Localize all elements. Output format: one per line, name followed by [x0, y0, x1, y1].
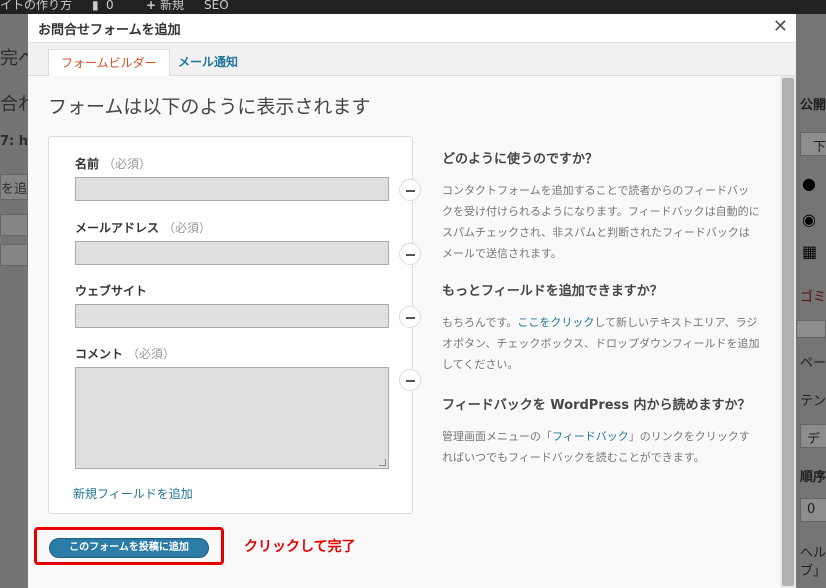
remove-field-name-icon[interactable] [399, 179, 421, 201]
admin-bar-seo[interactable]: SEO [204, 0, 229, 12]
tab-form-builder[interactable]: フォームビルダー [48, 49, 170, 77]
bg-template: テン [800, 394, 826, 409]
plus-icon[interactable]: + [146, 0, 156, 12]
close-icon[interactable]: ✕ [773, 16, 788, 37]
field-label-comment: コメント （必須） [75, 345, 175, 362]
bg-toolbar [0, 214, 28, 236]
bg-template-select: デ [800, 424, 826, 448]
help-text: 管理画面メニューの「 [442, 430, 552, 443]
bg-help-2: ブ」 [800, 564, 826, 579]
bg-order-input: 0 [800, 498, 826, 522]
required-mark: （必須） [127, 347, 176, 361]
page-title: フォームは以下のように表示されます [48, 96, 371, 118]
scrollbar[interactable] [780, 76, 796, 588]
field-label-text: 名前 [75, 157, 100, 171]
bg-select-value: 下 [813, 140, 826, 155]
admin-bar-new[interactable]: 新規 [160, 0, 184, 12]
comment-textarea[interactable] [75, 367, 389, 469]
bg-title-2: 合れ [0, 94, 28, 115]
help-question-more-fields: もっとフィールドを追加できますか？ [442, 284, 663, 299]
field-label-text: ウェブサイト [75, 284, 148, 298]
contact-form-modal: お問合せフォームを追加 ✕ フォームビルダー メール通知 フォームは以下のように… [28, 14, 796, 588]
click-here-link[interactable]: ここをクリック [517, 316, 594, 329]
bg-toolbar-2 [0, 244, 28, 266]
background-editor: 完ペ 合れ 7: htt を追 [0, 14, 28, 588]
form-preview: 名前 （必須） メールアドレス （必須） ウェブサイト コメント （必須） 新規… [48, 136, 421, 514]
bg-publish: 公開 [800, 98, 826, 113]
bg-page: ペー [800, 356, 826, 371]
help-answer-how: コンタクトフォームを追加することで読者からのフィードバックを受け付けられるように… [442, 184, 760, 260]
click-to-finish-annotation: クリックして完了 [244, 539, 356, 555]
modal-content: フォームは以下のように表示されます 名前 （必須） メールアドレス （必須） ウェブ… [28, 76, 780, 588]
bg-add-media-label: を追 [1, 182, 28, 197]
required-mark: （必須） [163, 221, 212, 235]
name-input[interactable] [75, 177, 389, 201]
email-input[interactable] [75, 241, 389, 265]
help-text: もちろんです。 [442, 316, 518, 329]
scrollbar-thumb[interactable] [782, 78, 794, 586]
field-label-text: メールアドレス [75, 221, 160, 235]
website-input[interactable] [75, 304, 389, 328]
modal-title: お問合せフォームを追加 [38, 23, 181, 38]
required-mark: （必須） [103, 157, 152, 171]
background-sidebar: 公開 下 ● ◉ ▦ ゴミ ペー テン デ 順序 0 ヘル ブ」 [796, 14, 826, 588]
bg-help: ヘル [800, 546, 826, 561]
remove-field-comment-icon[interactable] [399, 369, 421, 391]
eye-icon: ◉ [802, 210, 816, 229]
field-label-email: メールアドレス （必須） [75, 219, 211, 236]
field-label-text: コメント [75, 347, 124, 361]
admin-bar: イトの作り方 ▮ 0 + 新規 SEO [0, 0, 826, 14]
feedback-link[interactable]: フィードバック [552, 430, 629, 443]
tab-bar: フォームビルダー メール通知 [28, 42, 796, 77]
bg-trash: ゴミ [800, 290, 826, 305]
field-label-website: ウェブサイト [75, 282, 151, 299]
bg-select: 下 [800, 132, 826, 156]
field-label-name: 名前 （必須） [75, 155, 151, 172]
calendar-icon: ▦ [802, 242, 818, 261]
submit-highlight-box: このフォームを投稿に追加 [34, 527, 224, 565]
help-question-how: どのように使うのですか？ [442, 152, 599, 167]
bg-divider [796, 320, 826, 338]
bg-title: 完ペ [0, 48, 28, 69]
resize-grip-icon[interactable] [379, 459, 386, 466]
admin-bar-site-name[interactable]: イトの作り方 [0, 0, 72, 12]
bg-order-value: 0 [807, 502, 816, 517]
add-form-to-post-button[interactable]: このフォームを投稿に追加 [49, 538, 209, 558]
bg-add-media: を追 [0, 174, 28, 200]
comment-icon[interactable]: ▮ [92, 0, 99, 12]
tab-email-notification[interactable]: メール通知 [166, 49, 250, 77]
remove-field-email-icon[interactable] [399, 243, 421, 265]
remove-field-website-icon[interactable] [399, 306, 421, 328]
admin-bar-comments-count[interactable]: 0 [106, 0, 114, 12]
bg-permalink: 7: htt [0, 134, 28, 149]
help-answer-read-feedback: 管理画面メニューの「フィードバック」のリンクをクリックすればいつでもフィードバッ… [442, 426, 760, 468]
add-new-field-link[interactable]: 新規フィールドを追加 [73, 485, 193, 502]
help-answer-more-fields: もちろんです。ここをクリックして新しいテキストエリア、ラジオボタン、チェックボッ… [442, 312, 760, 375]
bg-order: 順序 [800, 470, 826, 485]
bg-template-value: デ [807, 432, 821, 447]
pin-icon: ● [802, 174, 816, 193]
help-question-read-feedback: フィードバックを WordPress 内から読めますか？ [442, 398, 751, 413]
